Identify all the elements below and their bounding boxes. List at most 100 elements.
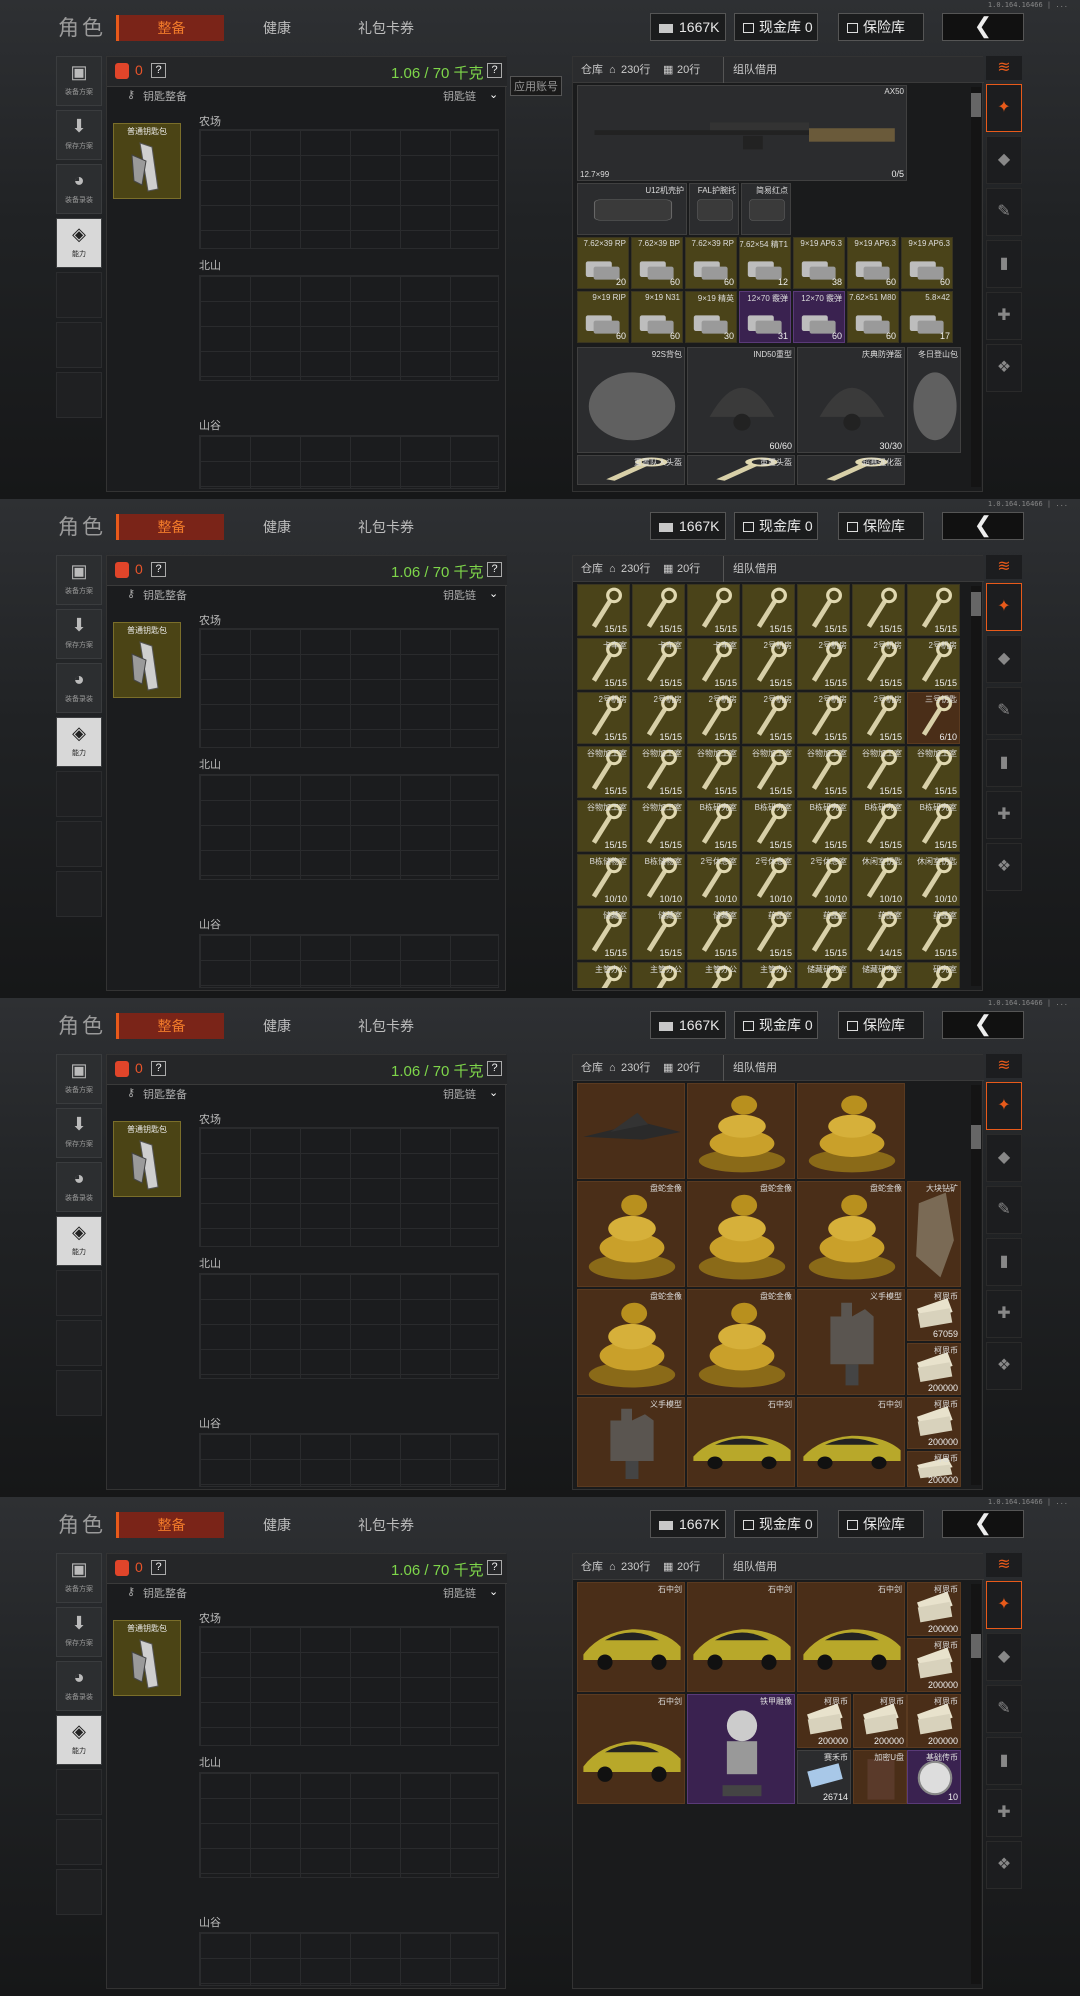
key-item[interactable]: 谷物加工室 15/15 — [632, 746, 685, 798]
stash-item[interactable]: AX50 0/5 12.7×99 — [577, 85, 907, 181]
tab-equip[interactable]: 整备 — [116, 15, 224, 41]
stash-item[interactable]: 大块钻矿 — [907, 1181, 961, 1287]
filter-weapon-button[interactable]: ✎ — [986, 188, 1022, 236]
weight-help-icon[interactable]: ? — [487, 1560, 502, 1575]
stash-item[interactable]: 盘蛇金像 — [577, 1181, 685, 1287]
filter-misc-button[interactable]: ❖ — [986, 843, 1022, 891]
stash-item[interactable]: 9×19 AP6.3 38 — [793, 237, 845, 289]
key-item[interactable]: 2号机房 15/15 — [742, 638, 795, 690]
key-item[interactable]: 药品室 15/15 — [742, 908, 795, 960]
loadout-plan-button[interactable]: ▣ 装备方案 — [56, 555, 102, 605]
stash-item[interactable] — [577, 1083, 685, 1179]
filter-medical-button[interactable]: ✚ — [986, 1789, 1022, 1837]
key-item[interactable]: B栋研究室 15/15 — [742, 800, 795, 852]
safe-vault-button[interactable]: 保险库 — [838, 512, 924, 540]
key-item[interactable]: 2号机房 15/15 — [852, 692, 905, 744]
stash-item[interactable]: 石中剑 — [797, 1397, 905, 1487]
key-item[interactable]: 休闲室钥匙 10/10 — [907, 854, 960, 906]
stash-item[interactable]: 义手模型 — [797, 1289, 905, 1395]
stash-item[interactable]: 超赛强化盔 — [797, 455, 905, 485]
stash-item[interactable]: 石中剑 — [577, 1582, 685, 1692]
loadout-plan-button[interactable]: ▣ 装备方案 — [56, 56, 102, 106]
tab-equip[interactable]: 整备 — [116, 1512, 224, 1538]
tab-health[interactable]: 健康 — [232, 1013, 322, 1039]
keychain-link[interactable]: 钥匙链 — [443, 1585, 476, 1601]
zone-grid-valley[interactable] — [199, 1433, 499, 1487]
stash-item[interactable] — [687, 1083, 795, 1179]
tab-gift[interactable]: 礼包卡券 — [338, 514, 434, 540]
key-item[interactable]: 卡车室 15/15 — [632, 638, 685, 690]
zone-grid-farm[interactable] — [199, 1626, 499, 1746]
filter-misc-button[interactable]: ❖ — [986, 344, 1022, 392]
stash-item[interactable]: 冬日登山包 — [907, 347, 961, 453]
stash-item[interactable]: 柯恩币 200000 — [907, 1343, 961, 1395]
key-bag-item[interactable]: 普通钥匙包 — [113, 1620, 181, 1696]
key-item[interactable]: 主管办公10/10 — [687, 962, 740, 988]
cash-vault-button[interactable]: 现金库 0 — [734, 1510, 818, 1538]
key-item[interactable]: 药品室 15/15 — [797, 908, 850, 960]
team-borrow-tab[interactable]: 组队借用 — [733, 1055, 777, 1081]
stash-item[interactable]: 7.62×39 RP 20 — [577, 237, 629, 289]
key-item[interactable]: 2号休息室 10/10 — [742, 854, 795, 906]
weight-help-icon[interactable]: ? — [487, 1061, 502, 1076]
stash-item[interactable]: 重置头盔 — [687, 455, 795, 485]
layers-icon[interactable]: ≋ — [986, 56, 1022, 80]
scroll-thumb[interactable] — [971, 1634, 981, 1658]
help-icon[interactable]: ? — [151, 1061, 166, 1076]
back-button[interactable]: ❮ — [942, 512, 1024, 540]
stash-item[interactable]: 柯恩币 200000 — [907, 1397, 961, 1449]
stash-scrollbar[interactable] — [971, 586, 981, 986]
ability-button[interactable]: ◈ 能力 — [56, 717, 102, 767]
key-item[interactable]: 谷物加工室 15/15 — [632, 800, 685, 852]
filter-weapon-button[interactable]: ✎ — [986, 687, 1022, 735]
ability-button[interactable]: ◈ 能力 — [56, 1715, 102, 1765]
stash-item[interactable]: 柯恩币 200000 — [907, 1638, 961, 1692]
key-item[interactable]: 药品室 14/15 — [852, 908, 905, 960]
key-item[interactable]: 2号机房 15/15 — [907, 638, 960, 690]
save-plan-button[interactable]: ⬇ 保存方案 — [56, 110, 102, 160]
loadout-plan-button[interactable]: ▣ 装备方案 — [56, 1553, 102, 1603]
filter-medical-button[interactable]: ✚ — [986, 791, 1022, 839]
stash-item[interactable]: 7.62×39 RP 60 — [685, 237, 737, 289]
stash-item[interactable]: 加密U盘 — [853, 1750, 907, 1804]
filter-medical-button[interactable]: ✚ — [986, 1290, 1022, 1338]
stash-item[interactable]: 柯恩币 200000 — [907, 1694, 961, 1748]
ability-button[interactable]: ◈ 能力 — [56, 218, 102, 268]
filter-armor-button[interactable]: ◆ — [986, 1633, 1022, 1681]
stash-item[interactable]: 石中剑 — [577, 1694, 685, 1804]
filter-all-button[interactable]: ✦ — [986, 583, 1022, 631]
help-icon[interactable]: ? — [151, 562, 166, 577]
key-item[interactable]: B栋研究室 15/15 — [797, 800, 850, 852]
keychain-link[interactable]: 钥匙链 — [443, 88, 476, 104]
filter-all-button[interactable]: ✦ — [986, 84, 1022, 132]
tab-gift[interactable]: 礼包卡券 — [338, 15, 434, 41]
tab-health[interactable]: 健康 — [232, 1512, 322, 1538]
key-item[interactable]: B栋研究室 15/15 — [687, 800, 740, 852]
keychain-link[interactable]: 钥匙链 — [443, 1086, 476, 1102]
key-item[interactable]: 卡车室 15/15 — [577, 638, 630, 690]
safe-vault-button[interactable]: 保险库 — [838, 13, 924, 41]
key-bag-item[interactable]: 普通钥匙包 — [113, 622, 181, 698]
layers-icon[interactable]: ≋ — [986, 1054, 1022, 1078]
gear-record-button[interactable]: ◕ 装备录装 — [56, 663, 102, 713]
key-item[interactable]: 谷物加工室 15/15 — [577, 800, 630, 852]
gear-record-button[interactable]: ◕ 装备录装 — [56, 1661, 102, 1711]
back-button[interactable]: ❮ — [942, 1011, 1024, 1039]
key-item[interactable]: 2号机房 15/15 — [577, 692, 630, 744]
key-item[interactable]: 储藏研究室10/10 — [797, 962, 850, 988]
key-item[interactable]: B栋储物室 10/10 — [632, 854, 685, 906]
key-item[interactable]: 谷物加工室 15/15 — [907, 746, 960, 798]
zone-grid-valley[interactable] — [199, 1932, 499, 1986]
key-item[interactable]: B栋研究室 15/15 — [852, 800, 905, 852]
stash-item[interactable]: 7.62×39 BP 60 — [631, 237, 683, 289]
gear-record-button[interactable]: ◕ 装备录装 — [56, 164, 102, 214]
stash-item[interactable]: 石中剑 — [797, 1582, 905, 1692]
back-button[interactable]: ❮ — [942, 1510, 1024, 1538]
key-item[interactable]: 谷物加工室 15/15 — [687, 746, 740, 798]
zone-grid-north[interactable] — [199, 774, 499, 880]
stash-item[interactable]: 7.62×51 M80 60 — [847, 291, 899, 343]
key-item[interactable]: 谷物加工室 15/15 — [742, 746, 795, 798]
key-item[interactable]: 2号机房 15/15 — [852, 638, 905, 690]
stash-item[interactable]: 石中剑 — [687, 1582, 795, 1692]
stash-item[interactable]: 简易红点 — [741, 183, 791, 235]
